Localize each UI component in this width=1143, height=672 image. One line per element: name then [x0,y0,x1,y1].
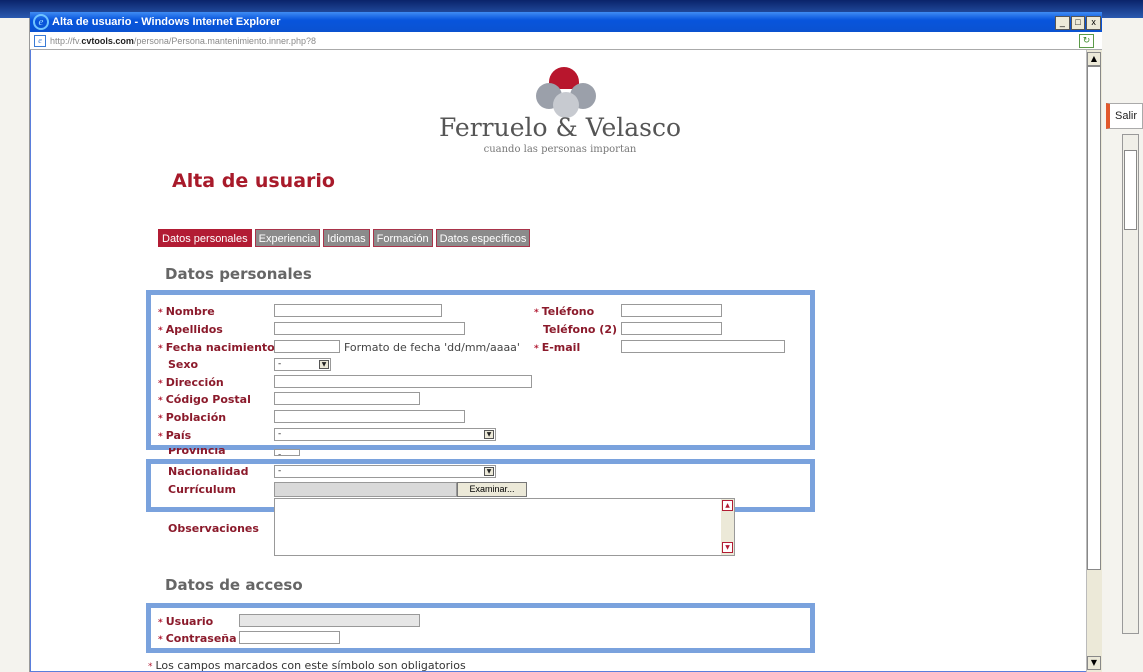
window-controls: _ □ x [1055,16,1102,30]
poblacion-input[interactable] [274,410,465,423]
tab-datos-personales[interactable]: Datos personales [158,229,252,247]
label-usuario: * Usuario [158,615,214,628]
background-scroll-thumb[interactable] [1124,150,1137,230]
label-telefono-2: Teléfono (2) [543,323,618,336]
label-curriculum: Currículum [168,483,236,496]
section-title-access: Datos de acceso [165,576,303,594]
close-button[interactable]: x [1086,16,1102,30]
background-left-panel [0,18,30,672]
tab-formacion[interactable]: Formación [372,229,433,247]
address-path: /persona/Persona.mantenimiento.inner.php… [133,36,316,46]
label-pais: * País [158,429,192,442]
label-poblacion: * Población [158,411,227,424]
fecha-hint: Formato de fecha 'dd/mm/aaaa' [344,341,520,354]
window-title-bar: Alta de usuario - Windows Internet Explo… [30,12,1102,32]
label-email: * E-mail [534,341,581,354]
page-title: Alta de usuario [172,170,335,192]
brand-tagline: cuando las personas importan [483,144,637,155]
textarea-scroll-up-icon[interactable]: ▲ [722,500,733,511]
ie-logo-icon: e [33,14,49,30]
apellidos-input[interactable] [274,322,465,335]
label-nombre: * Nombre [158,305,215,318]
minimize-button[interactable]: _ [1055,16,1070,30]
label-codigo-postal: * Código Postal [158,393,251,406]
scroll-down-arrow-icon[interactable]: ▼ [1087,656,1101,670]
label-telefono: * Teléfono [534,305,595,318]
telefono-input[interactable] [621,304,722,317]
curriculum-file-input[interactable] [274,482,457,497]
tab-datos-especificos[interactable]: Datos específicos [435,229,531,247]
usuario-input[interactable] [239,614,420,627]
email-input[interactable] [621,340,785,353]
address-bar[interactable]: http://fv.cvtools.com/persona/Persona.ma… [30,32,1102,50]
examinar-button[interactable]: Examinar... [457,482,527,497]
nacionalidad-select[interactable]: - ▼ [274,465,496,478]
codigo-postal-input[interactable] [274,392,420,405]
fecha-nacimiento-input[interactable] [274,340,340,353]
label-apellidos: * Apellidos [158,323,223,336]
brand-name: Ferruelo & Velasco [438,113,682,142]
required-footnote: * Los campos marcados con este símbolo so… [148,659,466,672]
highlight-box-3 [146,603,815,653]
address-prefix: http://fv. [50,36,82,46]
chevron-down-icon: ▼ [319,360,329,369]
label-contrasena: * Contraseña [158,632,237,645]
chevron-down-icon: ▼ [484,430,494,439]
contrasena-input[interactable] [239,631,340,644]
tab-bar: Datos personales Experiencia Idiomas For… [158,229,531,247]
tab-experiencia[interactable]: Experiencia [254,229,321,247]
provincia-select[interactable]: - [274,449,300,456]
address-domain: cvtools.com [81,36,134,46]
sexo-select[interactable]: - ▼ [274,358,331,371]
section-title-personal: Datos personales [165,265,312,283]
scroll-up-arrow-icon[interactable]: ▲ [1087,52,1101,66]
label-observaciones: Observaciones [168,522,259,535]
label-direccion: * Dirección [158,376,224,389]
chevron-down-icon: ▼ [484,467,494,476]
maximize-button[interactable]: □ [1070,16,1086,30]
textarea-scroll-down-icon[interactable]: ▼ [722,542,733,553]
direccion-input[interactable] [274,375,532,388]
go-icon[interactable]: ↻ [1079,34,1094,48]
label-fecha-nacimiento: * Fecha nacimiento [158,341,275,354]
label-sexo: Sexo [168,358,199,371]
label-provincia: Provincia [168,448,226,455]
tab-idiomas[interactable]: Idiomas [323,229,370,247]
nombre-input[interactable] [274,304,442,317]
salir-button[interactable]: Salir [1106,103,1143,129]
telefono-2-input[interactable] [621,322,722,335]
page-icon: e [34,35,46,47]
pais-select[interactable]: - ▼ [274,428,496,441]
observaciones-textarea[interactable] [274,498,735,556]
scroll-thumb[interactable] [1087,66,1101,570]
window-title: Alta de usuario - Windows Internet Explo… [52,16,281,28]
label-nacionalidad: Nacionalidad [168,465,249,478]
